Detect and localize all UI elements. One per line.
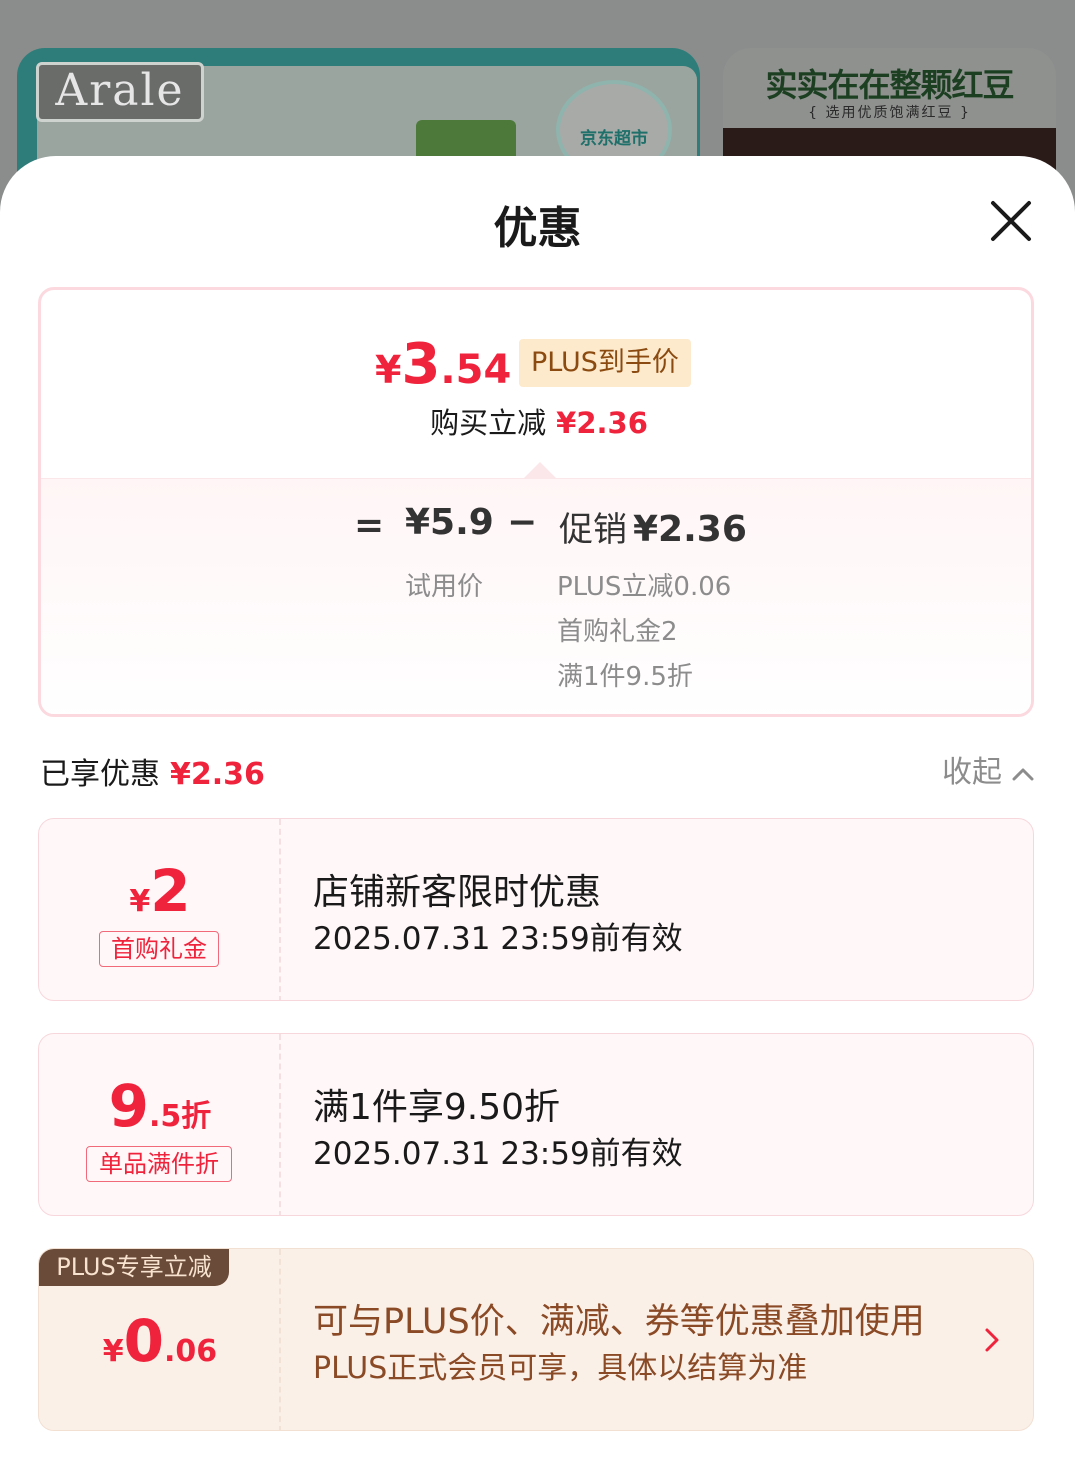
plus-price-tag: PLUS到手价 [519, 339, 691, 387]
plus-coupon-subtitle: PLUS正式会员可享，具体以结算为准 [313, 1351, 808, 1386]
coupon-validity: 2025.07.31 23:59前有效 [313, 1136, 683, 1172]
coupon-value: ¥0.06 [102, 1307, 218, 1375]
close-button[interactable] [984, 194, 1038, 248]
chevron-up-icon [1012, 768, 1034, 780]
collapse-label: 收起 [942, 755, 1002, 790]
coupon-title: 满1件享9.50折 [313, 1087, 561, 1128]
instant-reduction: 购买立减 ¥2.36 [41, 400, 1031, 442]
minus-sign: − [507, 502, 538, 543]
brand-logo: Arale [36, 62, 204, 122]
breakdown-notch [524, 462, 556, 478]
price-breakdown [41, 478, 1031, 714]
promo-amount: ¥2.36 [633, 509, 747, 550]
promo-detail-plus: PLUS立减0.06 [557, 572, 732, 602]
collapse-button[interactable]: 收起 [942, 747, 1034, 791]
promo-detail-discount: 满1件9.5折 [557, 662, 693, 692]
plus-coupon-title: 可与PLUS价、满减、券等优惠叠加使用 [313, 1302, 925, 1342]
plus-exclusive-badge: PLUS专享立减 [39, 1249, 229, 1286]
coupon-type-tag: 首购礼金 [99, 931, 219, 967]
banner-subtitle: { 选用优质饱满红豆 } [808, 105, 971, 121]
close-icon [991, 201, 1031, 241]
enjoyed-label: 已享优惠 [40, 757, 160, 792]
coupon-validity: 2025.07.31 23:59前有效 [313, 921, 683, 957]
coupon-card[interactable]: 9.5折 单品满件折 满1件享9.50折 2025.07.31 23:59前有效 [38, 1033, 1034, 1216]
price-summary: ¥3.54 PLUS到手价 购买立减 ¥2.36 = ¥5.9 − 促销 ¥2.36… [38, 287, 1034, 717]
banner-title: 实实在在整颗红豆 [765, 66, 1014, 104]
coupon-value: 9.5折 [108, 1072, 212, 1140]
enjoyed-discount: 已享优惠 ¥2.36 [40, 749, 265, 793]
base-price-caption: 试用价 [405, 572, 484, 602]
discount-sheet: 优惠 ¥3.54 PLUS到手价 购买立减 ¥2.36 = ¥5.9 − 促销 ¥2… [0, 156, 1075, 1477]
coupon-value-area: ¥2 首购礼金 [39, 819, 281, 1000]
enjoyed-amount: ¥2.36 [170, 757, 265, 792]
instant-reduction-label: 购买立减 [430, 406, 547, 440]
promo-detail-first-purchase: 首购礼金2 [557, 617, 678, 647]
sheet-title: 优惠 [493, 203, 582, 254]
final-price: ¥3.54 [375, 332, 512, 397]
coupon-value-area: 9.5折 单品满件折 [39, 1034, 281, 1215]
coupon-value-area: PLUS专享立减 ¥0.06 [39, 1249, 281, 1430]
supermarket-badge-text: 京东超市 [580, 129, 648, 149]
plus-coupon-card[interactable]: PLUS专享立减 ¥0.06 可与PLUS价、满减、券等优惠叠加使用 PLUS正… [38, 1248, 1034, 1431]
chevron-right-icon[interactable] [983, 1327, 1001, 1353]
coupon-card[interactable]: ¥2 首购礼金 店铺新客限时优惠 2025.07.31 23:59前有效 [38, 818, 1034, 1001]
coupon-value: ¥2 [129, 857, 191, 925]
equals-sign: = [354, 505, 385, 546]
promo-label: 促销 [559, 510, 627, 550]
instant-reduction-amount: ¥2.36 [556, 406, 648, 440]
coupon-title: 店铺新客限时优惠 [313, 872, 602, 913]
coupon-type-tag: 单品满件折 [86, 1146, 232, 1182]
base-price: ¥5.9 [405, 502, 494, 543]
promo-total: 促销 ¥2.36 [559, 502, 747, 551]
